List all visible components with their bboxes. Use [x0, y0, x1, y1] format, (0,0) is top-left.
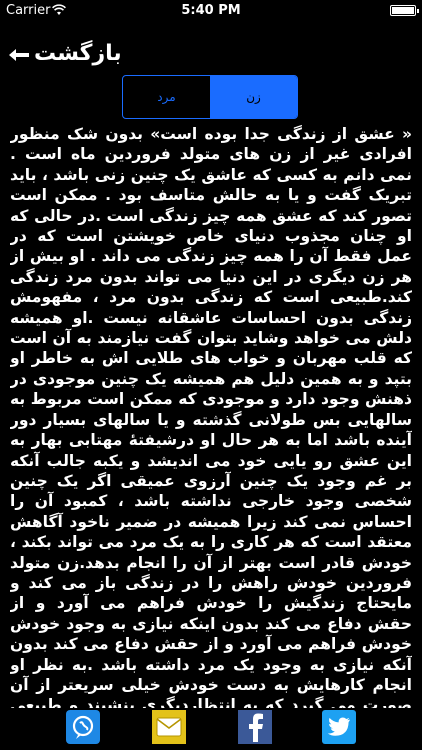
gender-segmented-control[interactable]: مرد زن — [122, 75, 298, 119]
back-button[interactable]: بازگشت — [8, 38, 122, 68]
twitter-icon — [327, 717, 350, 736]
battery-icon — [390, 5, 419, 16]
segment-male-label: مرد — [157, 90, 176, 104]
status-bar: Carrier 5:40 PM — [0, 0, 422, 22]
share-bar — [0, 708, 422, 750]
article-text[interactable]: « عشق از زندگی جدا بوده است» بدون شک منظ… — [10, 124, 412, 708]
segment-female[interactable]: زن — [210, 76, 297, 118]
viber-share-button[interactable] — [66, 710, 100, 744]
facebook-share-button[interactable] — [238, 710, 272, 744]
status-time: 5:40 PM — [181, 3, 241, 18]
segment-male[interactable]: مرد — [123, 76, 210, 118]
mail-share-button[interactable] — [152, 710, 186, 744]
back-label: بازگشت — [34, 40, 122, 66]
viber-icon — [72, 715, 94, 739]
facebook-icon — [249, 713, 263, 742]
arrow-left-icon — [9, 49, 29, 61]
segment-female-label: زن — [246, 90, 261, 104]
twitter-share-button[interactable] — [322, 710, 356, 744]
mail-icon — [156, 717, 182, 737]
